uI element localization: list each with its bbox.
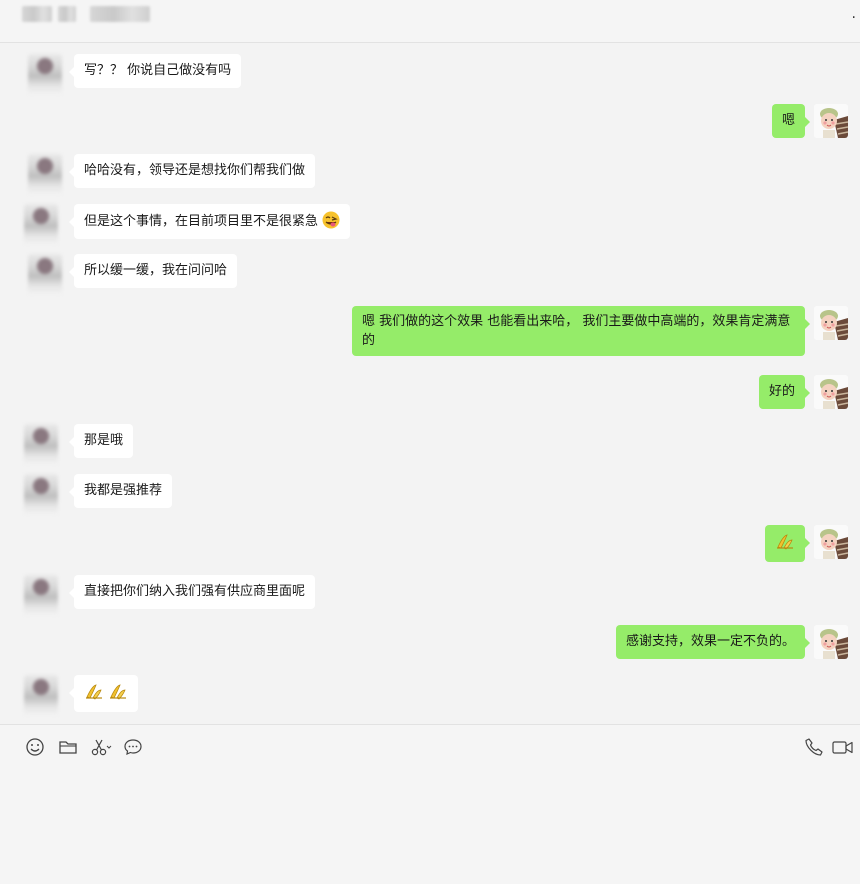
redacted-text <box>90 6 150 22</box>
my-avatar[interactable] <box>814 525 848 559</box>
baby-avatar-icon <box>814 525 848 559</box>
message-list[interactable]: 写？？ 你说自己做没有吗 嗯 哈哈没有，领导还是想找你们帮我们做 但是这个事情，… <box>0 44 860 724</box>
contact-avatar[interactable] <box>24 675 58 715</box>
baby-avatar-icon <box>814 306 848 340</box>
message-text: 但是这个事情，在目前项目里不是很紧急 <box>84 214 319 229</box>
banana-emoji-icon <box>86 684 102 700</box>
baby-avatar-icon <box>814 625 848 659</box>
incoming-message-bubble[interactable]: 那是哦 <box>68 424 134 458</box>
chat-header: · <box>0 0 860 43</box>
contact-avatar[interactable] <box>28 254 62 294</box>
contact-avatar[interactable] <box>28 54 62 94</box>
outgoing-message-bubble[interactable] <box>765 525 810 562</box>
tongue-face-emoji-icon <box>322 211 340 229</box>
baby-avatar-icon <box>814 375 848 409</box>
message-text: 写？？ 你说自己做没有吗 <box>84 63 232 78</box>
outgoing-message-bubble[interactable]: 好的 <box>758 375 811 409</box>
message-text: 那是哦 <box>84 433 124 448</box>
phone-icon[interactable] <box>804 737 826 759</box>
message-text: 嗯 我们做的这个效果 也能看出来哈， 我们主要做中高端的，效果肯定满意的 <box>362 314 791 348</box>
contact-avatar[interactable] <box>24 204 58 244</box>
baby-avatar-icon <box>814 104 848 138</box>
scissors-icon[interactable] <box>90 737 112 759</box>
message-text: 直接把你们纳入我们强有供应商里面呢 <box>84 584 306 599</box>
contact-avatar[interactable] <box>24 575 58 615</box>
message-text: 感谢支持，效果一定不负的。 <box>625 634 795 649</box>
folder-icon[interactable] <box>58 737 80 759</box>
redacted-text <box>58 6 76 22</box>
my-avatar[interactable] <box>814 625 848 659</box>
message-text: 哈哈没有，领导还是想找你们帮我们做 <box>84 163 306 178</box>
incoming-message-bubble[interactable] <box>68 675 139 712</box>
my-avatar[interactable] <box>814 306 848 340</box>
contact-avatar[interactable] <box>24 474 58 514</box>
chat-bubble-icon[interactable] <box>123 737 145 759</box>
message-text: 好的 <box>768 384 795 399</box>
contact-avatar[interactable] <box>28 154 62 194</box>
incoming-message-bubble[interactable]: 但是这个事情，在目前项目里不是很紧急 <box>68 204 351 239</box>
outgoing-message-bubble[interactable]: 嗯 我们做的这个效果 也能看出来哈， 我们主要做中高端的，效果肯定满意的 <box>352 306 810 356</box>
incoming-message-bubble[interactable]: 哈哈没有，领导还是想找你们帮我们做 <box>68 154 316 188</box>
incoming-message-bubble[interactable]: 写？？ 你说自己做没有吗 <box>68 54 242 88</box>
my-avatar[interactable] <box>814 375 848 409</box>
message-text: 我都是强推荐 <box>84 483 163 498</box>
banana-emoji-icon <box>777 534 793 550</box>
contact-avatar[interactable] <box>24 424 58 464</box>
incoming-message-bubble[interactable]: 我都是强推荐 <box>68 474 173 508</box>
message-input-area[interactable] <box>0 724 860 884</box>
banana-emoji-icon <box>110 684 127 700</box>
message-text: 所以缓一缓，我在问问哈 <box>84 263 228 278</box>
video-call-icon[interactable] <box>832 737 854 759</box>
outgoing-message-bubble[interactable]: 嗯 <box>771 104 811 138</box>
incoming-message-bubble[interactable]: 所以缓一缓，我在问问哈 <box>68 254 238 288</box>
message-text: 嗯 <box>781 113 795 128</box>
my-avatar[interactable] <box>814 104 848 138</box>
chat-title-redacted <box>22 5 150 23</box>
more-icon[interactable]: · <box>852 10 856 26</box>
redacted-text <box>22 6 52 22</box>
emoji-icon[interactable] <box>25 737 47 759</box>
incoming-message-bubble[interactable]: 直接把你们纳入我们强有供应商里面呢 <box>68 575 316 609</box>
outgoing-message-bubble[interactable]: 感谢支持，效果一定不负的。 <box>615 625 811 659</box>
